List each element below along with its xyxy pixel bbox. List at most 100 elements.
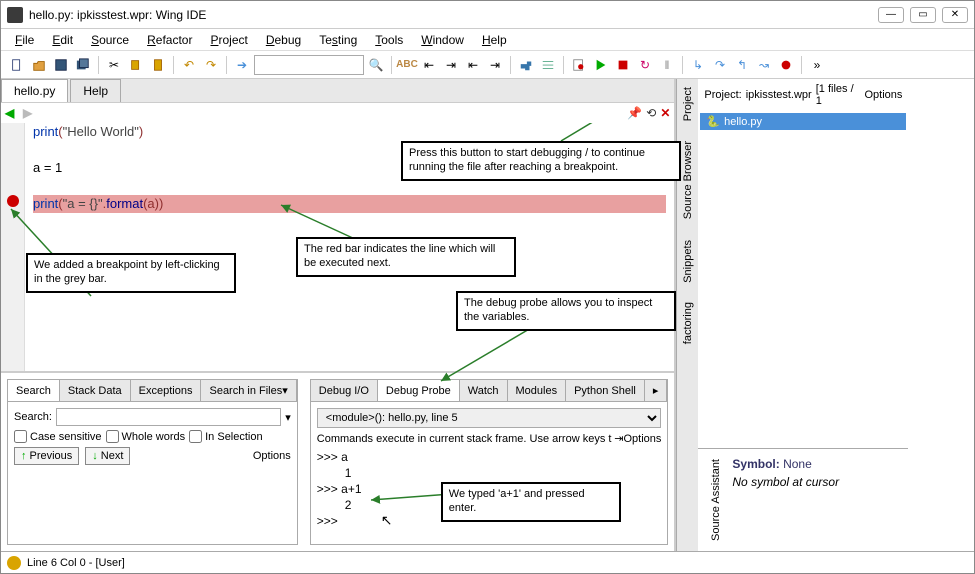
menu-refactor[interactable]: Refactor [139,31,200,49]
indent-left-icon[interactable]: ⇤ [419,55,439,75]
window-title: hello.py: ipkisstest.wpr: Wing IDE [29,8,878,22]
pin-icon[interactable]: 📌 [627,106,642,120]
menu-edit[interactable]: Edit [44,31,81,49]
tab-exceptions[interactable]: Exceptions [131,380,202,401]
compare-icon[interactable] [538,55,558,75]
save-all-icon[interactable] [73,55,93,75]
window-controls: — ▭ ✕ [878,7,968,23]
save-icon[interactable] [51,55,71,75]
close-tab-icon[interactable]: ✕ [660,106,670,120]
tab-modules[interactable]: Modules [508,380,567,401]
next-button[interactable]: ↓ Next [85,447,130,465]
menu-tools[interactable]: Tools [367,31,411,49]
project-file-count: [1 files / 1 [816,83,861,107]
minimize-button[interactable]: — [878,7,904,23]
search-icon[interactable]: 🔍 [366,55,386,75]
probe-options-link[interactable]: Options [623,433,661,445]
menu-window[interactable]: Window [413,31,472,49]
symbol-message: No symbol at cursor [732,475,900,489]
statusbar: Line 6 Col 0 - [User] [1,551,974,573]
redo-icon[interactable]: ↷ [201,55,221,75]
stop-icon[interactable] [613,55,633,75]
code-editor[interactable]: print("Hello World") a = 1 print("a = {}… [1,123,674,371]
python-icon[interactable] [516,55,536,75]
more-icon[interactable]: » [807,55,827,75]
copy-icon[interactable] [126,55,146,75]
indent-icon[interactable]: ⇥ [614,432,623,445]
step-out-icon[interactable]: ↰ [732,55,752,75]
menu-source[interactable]: Source [83,31,137,49]
tab-python-shell[interactable]: Python Shell [566,380,645,401]
close-button[interactable]: ✕ [942,7,968,23]
side-tab-source-browser[interactable]: Source Browser [680,139,696,221]
side-tab-snippets[interactable]: Snippets [680,238,696,285]
scope-select[interactable]: <module>(): hello.py, line 5 [317,408,662,428]
toolbar-search-input[interactable] [254,55,364,75]
annotation-red-bar: The red bar indicates the line which wil… [296,237,516,277]
dropdown-icon[interactable]: ▾ [285,411,291,424]
status-text: Line 6 Col 0 - [User] [27,557,125,569]
tab-hello[interactable]: hello.py [1,79,68,102]
side-tab-project[interactable]: Project [680,85,696,123]
indent-right-icon[interactable]: ⇥ [441,55,461,75]
menu-file[interactable]: File [7,31,42,49]
tab-search-in-files[interactable]: Search in Files ▾ [201,380,296,401]
bug-icon[interactable] [7,556,21,570]
tab-search[interactable]: Search [8,380,60,401]
titlebar: hello.py: ipkisstest.wpr: Wing IDE — ▭ ✕ [1,1,974,29]
step-into-icon[interactable]: ↳ [688,55,708,75]
side-tab-refactoring[interactable]: factoring [680,300,696,346]
nav-back-icon[interactable]: ◀ [5,106,19,120]
tab-help[interactable]: Help [70,79,121,102]
tab-debug-probe[interactable]: Debug Probe [378,380,460,401]
step-icon[interactable]: ↝ [754,55,774,75]
restart-icon[interactable]: ↻ [635,55,655,75]
bottom-right-panel: Debug I/O Debug Probe Watch Modules Pyth… [310,379,669,545]
menu-debug[interactable]: Debug [258,31,309,49]
menubar: File Edit Source Refactor Project Debug … [1,29,974,51]
run-file-icon[interactable] [569,55,589,75]
case-sensitive-checkbox[interactable] [14,430,27,443]
spellcheck-icon[interactable]: ABC [397,55,417,75]
indent-out-icon[interactable]: ⇥ [485,55,505,75]
project-file-item[interactable]: 🐍 hello.py [700,113,906,130]
whole-words-checkbox[interactable] [106,430,119,443]
project-options-link[interactable]: Options [864,89,902,101]
open-file-icon[interactable] [29,55,49,75]
search-field[interactable] [56,408,281,426]
annotation-debug-button: Press this button to start debugging / t… [401,141,681,181]
sync-icon[interactable]: ⟲ [646,106,656,120]
goto-icon[interactable]: ➔ [232,55,252,75]
breakpoint-toggle-icon[interactable] [776,55,796,75]
editor-panel: ◀ ▶ 📌 ⟲ ✕ print("Hello World") a = 1 [1,103,674,371]
cut-icon[interactable]: ✂ [104,55,124,75]
tab-debug-io[interactable]: Debug I/O [311,380,378,401]
options-link[interactable]: Options [253,450,291,462]
dropdown-icon[interactable]: ▾ [282,384,288,397]
paste-icon[interactable] [148,55,168,75]
undo-icon[interactable]: ↶ [179,55,199,75]
search-label: Search: [14,411,52,423]
nav-forward-icon[interactable]: ▶ [23,106,37,120]
previous-button[interactable]: ↑ Previous [14,447,79,465]
side-tab-source-assistant[interactable]: Source Assistant [708,457,724,543]
step-over-icon[interactable]: ↷ [710,55,730,75]
breakpoint-marker[interactable] [7,195,19,207]
in-selection-checkbox[interactable] [189,430,202,443]
debug-continue-button[interactable] [591,55,611,75]
menu-project[interactable]: Project [202,31,255,49]
new-file-icon[interactable] [7,55,27,75]
annotation-probe: The debug probe allows you to inspect th… [456,291,676,331]
tab-stack-data[interactable]: Stack Data [60,380,131,401]
project-label: Project: [704,89,741,101]
tabs-scroll-right-icon[interactable]: ▸ [645,380,668,401]
gutter[interactable] [1,123,25,371]
toolbar: ✂ ↶ ↷ ➔ 🔍 ABC ⇤ ⇥ ⇤ ⇥ ↻ ‖ ↳ ↷ ↰ ↝ » [1,51,974,79]
menu-testing[interactable]: Testing [311,31,365,49]
tab-watch[interactable]: Watch [460,380,508,401]
pause-icon[interactable]: ‖ [657,55,677,75]
indent-in-icon[interactable]: ⇤ [463,55,483,75]
menu-help[interactable]: Help [474,31,515,49]
cursor-icon: ↖ [381,512,393,529]
maximize-button[interactable]: ▭ [910,7,936,23]
